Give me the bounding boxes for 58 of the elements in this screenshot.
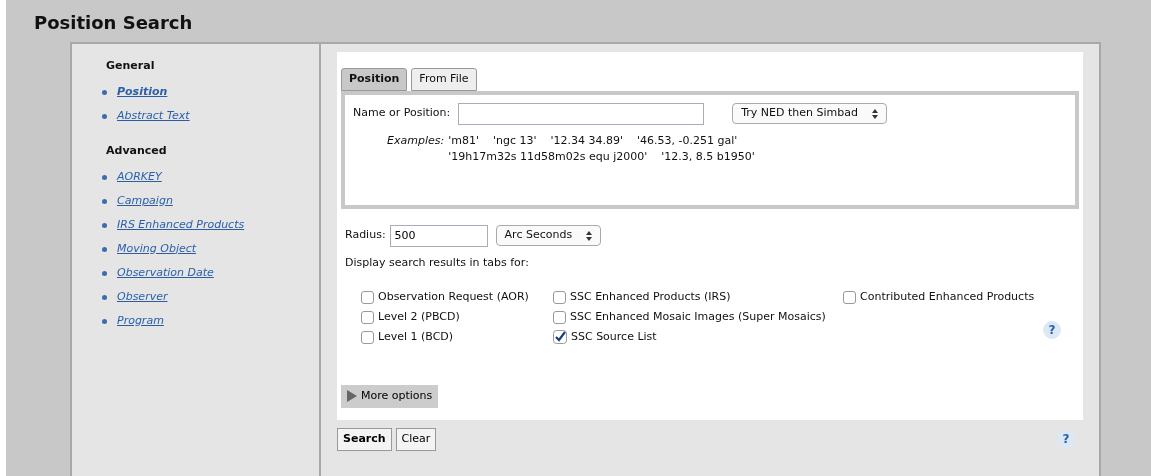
field-label: Name or Position:: [353, 105, 451, 122]
clear-button[interactable]: Clear: [395, 428, 437, 451]
resolver-select[interactable]: Try NED then Simbad: [732, 103, 887, 124]
tab[interactable]: From File: [411, 68, 477, 91]
more-options-toggle[interactable]: More options: [341, 385, 439, 408]
checkbox[interactable]: [553, 310, 566, 324]
bullet-icon: [102, 90, 107, 95]
sidebar-link[interactable]: Campaign: [117, 192, 173, 210]
updown-icon: [872, 108, 878, 119]
bullet-icon: [102, 270, 107, 276]
checkbox-option[interactable]: Level 2 (PBCD): [361, 307, 553, 327]
sidebar-link[interactable]: Abstract Text: [117, 108, 190, 125]
checkbox[interactable]: [553, 330, 567, 344]
sidebar-link[interactable]: Position: [117, 84, 168, 101]
example-text: '12.3, 8.5 b1950': [661, 149, 755, 165]
checkbox-option[interactable]: Observation Request (AOR): [361, 287, 553, 307]
checkbox-option[interactable]: Level 1 (BCD): [361, 327, 553, 347]
help-icon[interactable]: ?: [1043, 321, 1061, 339]
example-text: '46.53, -0.251 gal': [637, 132, 738, 149]
bullet-icon: [102, 198, 107, 204]
checkbox-option[interactable]: Contributed Enhanced Products: [843, 287, 1043, 307]
checkbox-option[interactable]: SSC Source List: [553, 327, 843, 347]
search-button[interactable]: Search: [337, 428, 392, 451]
bullet-icon: [102, 246, 107, 252]
checkbox[interactable]: [553, 290, 566, 304]
unit-select[interactable]: Arc Seconds: [495, 225, 602, 246]
page-title: Position Search: [33, 11, 194, 35]
updown-icon: [586, 230, 593, 241]
radius-label: Radius:: [345, 227, 386, 244]
checkbox[interactable]: [361, 290, 374, 304]
section-heading: Advanced: [106, 142, 168, 159]
bullet-icon: [102, 294, 107, 300]
bullet-icon: [102, 222, 107, 228]
section-heading: General: [106, 58, 156, 74]
checkbox[interactable]: [361, 330, 374, 344]
example-text: 'ngc 13': [492, 132, 537, 149]
radius-input-field[interactable]: 500: [389, 224, 488, 247]
results-label: Display search results in tabs for:: [344, 254, 530, 271]
bullet-icon: [102, 114, 107, 119]
example-text: 'm81': [448, 132, 479, 149]
example-text: '12.34 34.89': [550, 132, 623, 149]
examples-label: Examples:: [387, 132, 445, 149]
name-input-field[interactable]: [458, 102, 705, 125]
tab[interactable]: Position: [341, 68, 408, 91]
checkbox[interactable]: [843, 290, 856, 304]
checkbox-option[interactable]: SSC Enhanced Mosaic Images (Super Mosaics): [553, 307, 843, 327]
example-text: '19h17m32s 11d58m02s equ j2000': [448, 149, 648, 165]
sidebar-link[interactable]: Observer: [117, 288, 168, 306]
bullet-icon: [102, 174, 107, 180]
checkbox-option[interactable]: SSC Enhanced Products (IRS): [553, 287, 843, 307]
sidebar-link[interactable]: Moving Object: [117, 240, 197, 258]
sidebar-link[interactable]: Program: [117, 312, 164, 330]
help-icon[interactable]: ?: [1057, 430, 1075, 449]
sidebar-link[interactable]: AORKEY: [117, 168, 162, 186]
sidebar-link[interactable]: Observation Date: [117, 264, 214, 282]
sidebar-link[interactable]: IRS Enhanced Products: [117, 216, 245, 234]
bullet-icon: [102, 318, 107, 324]
checkbox[interactable]: [361, 310, 374, 324]
